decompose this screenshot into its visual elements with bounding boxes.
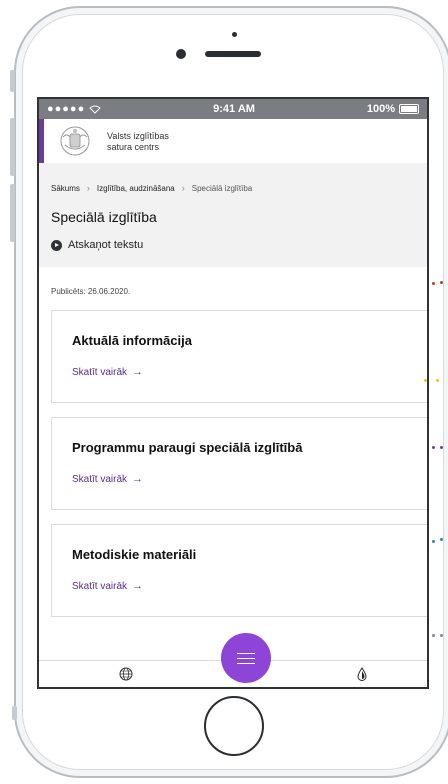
main-content: Publicēts: 26.06.2020. Aktuālā informāci… (39, 267, 427, 667)
arrow-right-icon: → (132, 580, 144, 592)
org-name-line2: satura centrs (107, 142, 160, 152)
breadcrumb: Sākums › Izglītība, audzināšana › Speciā… (51, 163, 415, 193)
annotation-dot (424, 379, 427, 382)
organization-name[interactable]: Valsts izglītības satura centrs (107, 131, 169, 153)
content-card[interactable]: Aktuālā informācija Skatīt vairāk → (51, 310, 427, 403)
signal-indicator: ●●●●● (47, 103, 86, 115)
see-more-link[interactable]: Skatīt vairāk → (72, 473, 427, 485)
published-date: Publicēts: 26.06.2020. (51, 287, 131, 296)
battery-icon (399, 104, 419, 114)
card-title: Metodiskie materiāli (72, 547, 197, 562)
side-detail (12, 706, 17, 720)
status-time: 9:41 AM (213, 103, 255, 115)
globe-icon[interactable] (119, 667, 133, 681)
volume-down-button (10, 184, 15, 242)
header-accent-bar (39, 119, 44, 163)
card-title: Programmu paraugi speciālā izglītībā (72, 440, 303, 455)
bottom-navigation (39, 633, 427, 687)
volume-up-button (10, 118, 15, 176)
breadcrumb-section[interactable]: Izglītība, audzināšana (97, 184, 175, 193)
screen: ●●●●● 9:41 AM 100% Valsts izglītības sat… (37, 97, 429, 689)
wifi-icon (89, 105, 101, 114)
tts-label: Atskaņot tekstu (68, 239, 144, 251)
speaker (205, 51, 261, 57)
annotation-dot (440, 538, 443, 541)
content-card[interactable]: Programmu paraugi speciālā izglītībā Ska… (51, 417, 427, 510)
see-more-link[interactable]: Skatīt vairāk → (72, 366, 427, 378)
see-more-link[interactable]: Skatīt vairāk → (72, 580, 427, 592)
arrow-right-icon: → (132, 366, 144, 378)
home-button[interactable] (204, 696, 264, 756)
breadcrumb-home[interactable]: Sākums (51, 184, 80, 193)
play-icon (51, 239, 62, 251)
menu-icon (237, 652, 255, 665)
annotation-dot (432, 634, 435, 637)
breadcrumb-separator: › (181, 183, 185, 193)
see-more-label: Skatīt vairāk (72, 473, 128, 485)
annotation-dot (440, 634, 443, 637)
battery-percent: 100% (366, 103, 395, 115)
drop-icon[interactable] (357, 667, 367, 681)
annotation-dot (432, 540, 435, 543)
see-more-label: Skatīt vairāk (72, 366, 128, 378)
see-more-label: Skatīt vairāk (72, 580, 128, 592)
org-name-line1: Valsts izglītības (107, 131, 169, 141)
annotation-dot (432, 282, 435, 285)
breadcrumb-current: Speciālā izglītība (191, 183, 253, 193)
text-to-speech-button[interactable]: Atskaņot tekstu (51, 239, 415, 267)
menu-button[interactable] (221, 633, 271, 683)
sensor (232, 32, 237, 37)
coat-of-arms-logo[interactable] (59, 125, 91, 157)
page-title: Speciālā izglītība (51, 209, 157, 225)
annotation-dot (440, 446, 443, 449)
annotation-dot (432, 446, 435, 449)
page-header-area: Sākums › Izglītība, audzināšana › Speciā… (39, 163, 427, 267)
content-card[interactable]: Metodiskie materiāli Skatīt vairāk → (51, 524, 427, 617)
site-header: Valsts izglītības satura centrs (39, 119, 427, 163)
annotation-dot (440, 281, 443, 284)
annotation-dot (436, 379, 439, 382)
mute-switch (10, 70, 15, 92)
card-title: Aktuālā informācija (72, 333, 192, 348)
arrow-right-icon: → (132, 473, 144, 485)
status-bar: ●●●●● 9:41 AM 100% (39, 99, 427, 119)
breadcrumb-separator: › (86, 183, 90, 193)
camera (176, 49, 186, 59)
